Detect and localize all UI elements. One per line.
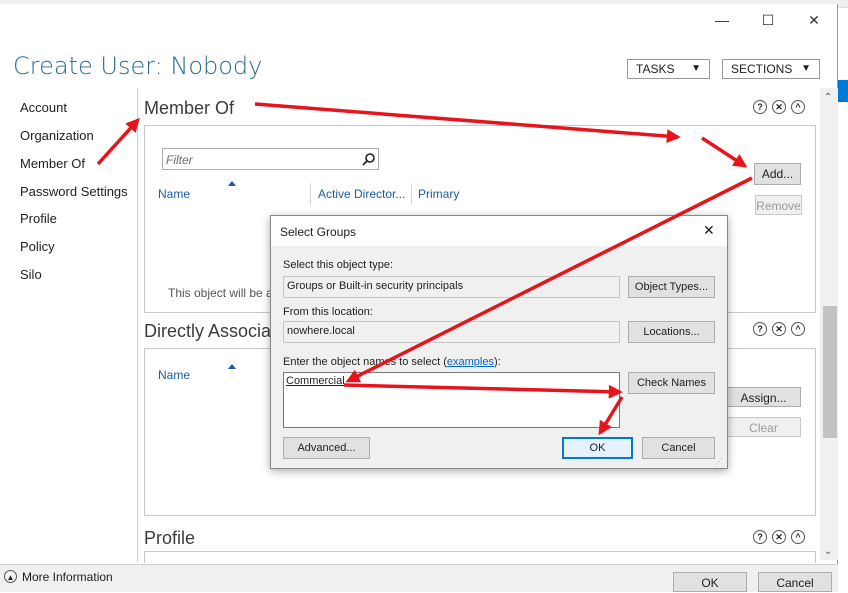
arrow-to-check-names bbox=[343, 383, 623, 399]
arrow-add-to-names bbox=[345, 176, 753, 383]
arrow-to-add-button bbox=[701, 136, 748, 168]
arrow-to-member-of-title bbox=[96, 117, 140, 166]
arrow-to-ok bbox=[598, 396, 624, 436]
annotation-arrows bbox=[96, 102, 753, 436]
arrow-across-header bbox=[254, 102, 681, 144]
